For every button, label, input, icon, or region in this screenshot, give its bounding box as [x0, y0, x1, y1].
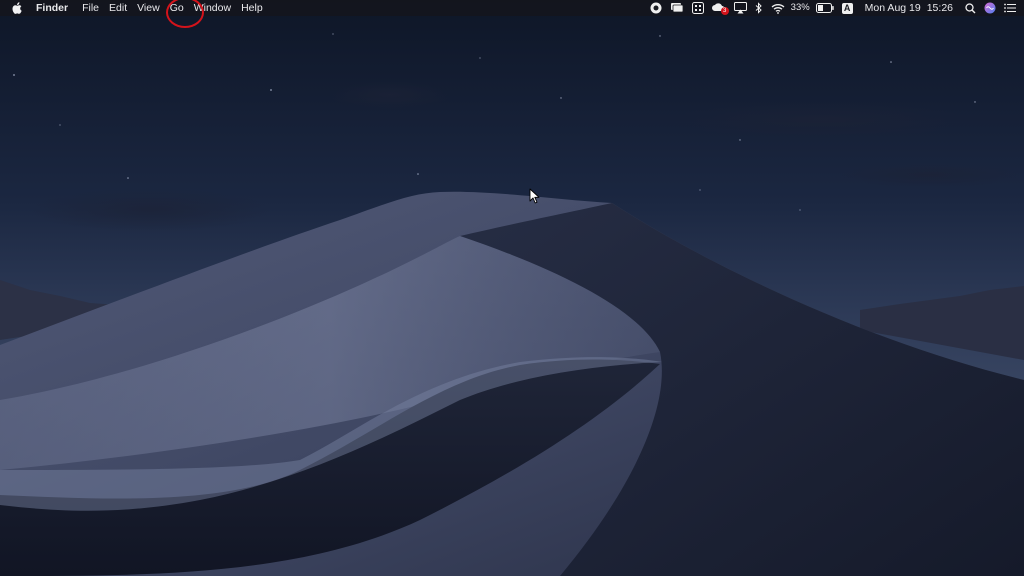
menu-bar-status-area: 3 33% A Mon Aug 19 15:26: [646, 0, 1024, 16]
adobe-badge: 3: [720, 7, 729, 15]
siri-icon[interactable]: [984, 0, 996, 16]
notification-center-icon[interactable]: [1004, 0, 1016, 16]
input-source-icon[interactable]: A: [841, 0, 853, 16]
battery-icon[interactable]: [815, 0, 834, 16]
bluetooth-icon[interactable]: [755, 0, 763, 16]
menu-go[interactable]: Go: [165, 0, 189, 16]
screen-record-icon[interactable]: [650, 0, 662, 16]
airplay-icon[interactable]: [733, 0, 747, 16]
notifications-icon[interactable]: [670, 0, 684, 16]
grid-app-icon[interactable]: [691, 0, 704, 16]
input-source-label: A: [841, 2, 853, 14]
menu-bar: Finder File Edit View Go Window Help 3 3…: [0, 0, 1024, 16]
adobe-cc-icon[interactable]: 3: [711, 0, 729, 16]
menu-app-finder[interactable]: Finder: [36, 0, 73, 16]
menu-window[interactable]: Window: [189, 0, 236, 16]
menu-file[interactable]: File: [77, 0, 104, 16]
menu-help[interactable]: Help: [236, 0, 268, 16]
menu-clock[interactable]: Mon Aug 19 15:26: [865, 0, 953, 16]
menu-edit[interactable]: Edit: [104, 0, 132, 16]
clock-time: 15:26: [926, 2, 953, 14]
menu-bar-left: Finder File Edit View Go Window Help: [0, 0, 268, 16]
clock-date: Mon Aug 19: [864, 2, 921, 14]
desktop: Finder File Edit View Go Window Help 3 3…: [0, 0, 1024, 576]
battery-percent: 33%: [790, 2, 810, 13]
desktop-wallpaper: [0, 0, 1024, 576]
mouse-cursor-icon: [529, 188, 540, 204]
menu-view[interactable]: View: [132, 0, 165, 16]
wifi-icon[interactable]: [771, 0, 785, 16]
spotlight-icon[interactable]: [965, 0, 976, 16]
apple-logo-icon[interactable]: [12, 2, 22, 14]
